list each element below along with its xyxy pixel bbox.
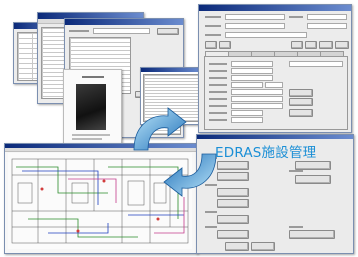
- form-button[interactable]: [289, 89, 313, 97]
- menu-button[interactable]: [217, 199, 249, 208]
- input-field[interactable]: [289, 61, 343, 67]
- input-field[interactable]: [231, 68, 273, 74]
- menu-button[interactable]: [295, 175, 331, 184]
- input-field[interactable]: [231, 110, 263, 116]
- field-label: [209, 70, 227, 72]
- field-label: [209, 84, 227, 86]
- section-label: [289, 170, 303, 172]
- window-titlebar: [197, 135, 353, 139]
- field-label: [209, 77, 227, 79]
- form-button[interactable]: [219, 41, 231, 49]
- menu-button[interactable]: [295, 161, 331, 170]
- field-label: [205, 16, 221, 18]
- window-facility-form: [198, 4, 352, 133]
- input-field[interactable]: [231, 117, 263, 123]
- input-field[interactable]: [231, 61, 273, 67]
- document-page: [63, 69, 122, 148]
- menu-button[interactable]: [217, 215, 249, 224]
- input-field[interactable]: [225, 32, 307, 38]
- field-label: [209, 112, 227, 114]
- window-titlebar: [141, 68, 201, 72]
- form-button[interactable]: [289, 98, 313, 106]
- form-button[interactable]: [157, 28, 179, 35]
- field-label: [209, 63, 227, 65]
- form-button[interactable]: [319, 41, 333, 49]
- doc-title-line: [82, 76, 104, 78]
- form-button[interactable]: [335, 41, 349, 49]
- form-button[interactable]: [305, 41, 317, 49]
- input-field[interactable]: [231, 89, 283, 95]
- form-button[interactable]: [289, 109, 313, 117]
- menu-button[interactable]: [289, 230, 335, 239]
- field-label: [209, 98, 227, 100]
- section-label: [205, 226, 217, 228]
- field-label: [209, 91, 227, 93]
- window-titlebar: [199, 5, 351, 11]
- input-field[interactable]: [307, 14, 347, 20]
- section-label: [289, 226, 303, 228]
- field-label: [205, 34, 221, 36]
- form-button[interactable]: [291, 41, 303, 49]
- field-label: [289, 16, 303, 18]
- input-field[interactable]: [265, 82, 283, 88]
- form-button[interactable]: [205, 41, 217, 49]
- field-label: [209, 119, 227, 121]
- input-field[interactable]: [231, 75, 273, 81]
- menu-button[interactable]: [217, 230, 249, 239]
- field-label: [209, 105, 227, 107]
- menu-button[interactable]: [251, 242, 275, 251]
- cycle-arrow-bottom-icon: [163, 153, 217, 197]
- field-label: [205, 25, 221, 27]
- input-field[interactable]: [231, 96, 283, 102]
- doc-caption: [72, 138, 102, 140]
- menu-button[interactable]: [225, 242, 249, 251]
- input-field[interactable]: [225, 14, 285, 20]
- document-image: [76, 84, 106, 130]
- input-field[interactable]: [307, 23, 347, 29]
- input-field[interactable]: [231, 82, 263, 88]
- section-label: [205, 211, 217, 213]
- doc-caption: [72, 134, 110, 136]
- window-titlebar: [65, 19, 183, 25]
- input-field[interactable]: [93, 28, 150, 34]
- brand-title: EDRAS施設管理: [215, 145, 317, 161]
- input-field[interactable]: [231, 103, 283, 109]
- field-label: [69, 30, 89, 32]
- cycle-arrow-top-icon: [133, 107, 187, 151]
- input-field[interactable]: [225, 23, 285, 29]
